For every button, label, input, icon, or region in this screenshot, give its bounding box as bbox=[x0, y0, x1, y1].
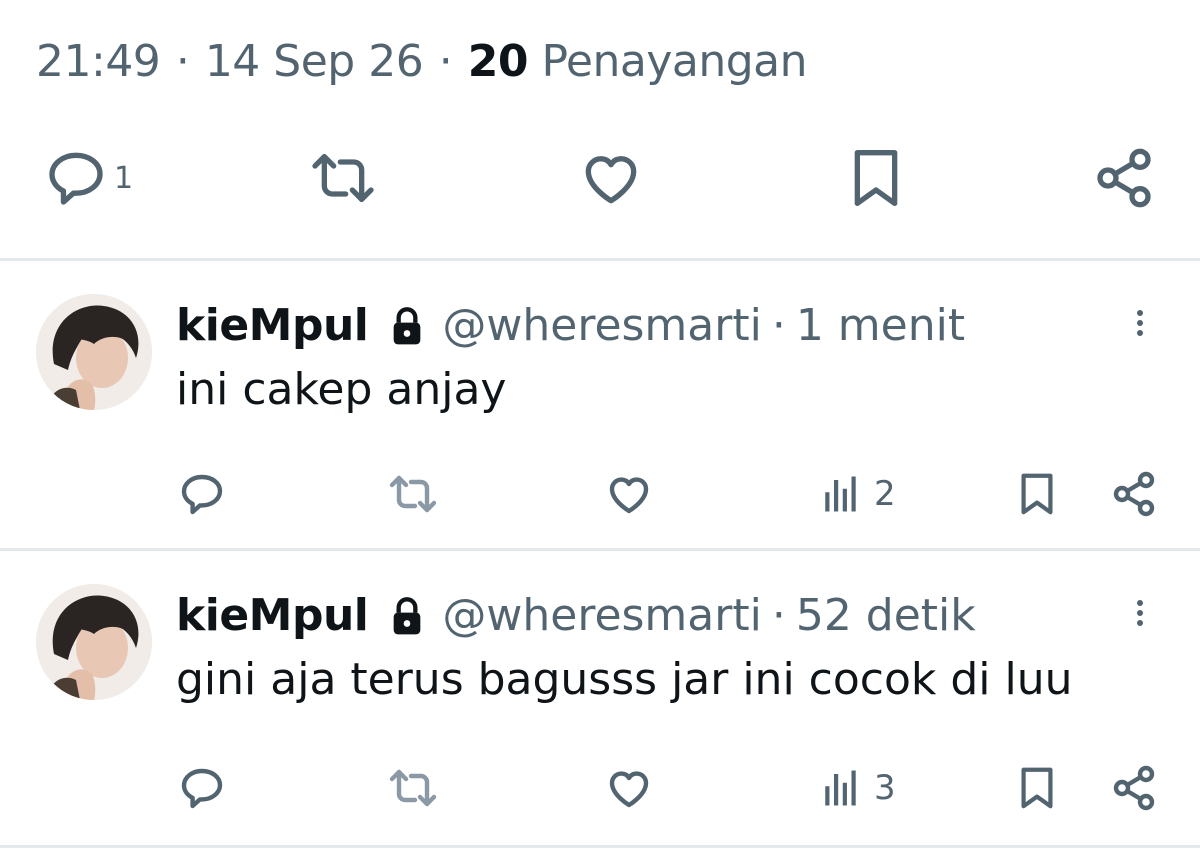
divider bbox=[0, 845, 1200, 848]
repost-icon bbox=[389, 475, 437, 513]
bookmark-button[interactable] bbox=[844, 146, 908, 210]
user-handle[interactable]: @wheresmarti bbox=[442, 590, 761, 641]
reply-item[interactable]: kieMpul @wheresmarti · 1 menit ini cakep… bbox=[0, 262, 1200, 552]
repost-icon bbox=[389, 769, 437, 807]
share-icon bbox=[1113, 765, 1155, 811]
display-name[interactable]: kieMpul bbox=[176, 590, 369, 641]
meta-separator: · bbox=[175, 36, 190, 87]
heart-icon bbox=[609, 771, 649, 808]
like-button[interactable] bbox=[604, 470, 654, 518]
repost-button[interactable] bbox=[386, 764, 440, 812]
views-count: 20 bbox=[467, 36, 529, 87]
divider bbox=[0, 258, 1200, 261]
views-label: Penayangan bbox=[541, 36, 807, 87]
repost-icon bbox=[312, 154, 374, 202]
reply-button[interactable] bbox=[178, 764, 226, 812]
user-handle[interactable]: @wheresmarti bbox=[442, 300, 761, 351]
bookmark-icon bbox=[1021, 473, 1053, 515]
bookmark-icon bbox=[854, 150, 898, 206]
reply-header: kieMpul @wheresmarti · 52 detik bbox=[176, 590, 976, 641]
meta-separator: · bbox=[438, 36, 453, 87]
post-time: 21:49 bbox=[36, 36, 161, 87]
reply-icon bbox=[181, 474, 223, 515]
like-button[interactable] bbox=[604, 764, 654, 812]
share-button[interactable] bbox=[1110, 470, 1158, 518]
reply-button[interactable]: 1 bbox=[44, 146, 133, 210]
views-button[interactable]: 2 bbox=[820, 472, 896, 516]
reply-item[interactable]: kieMpul @wheresmarti · 52 detik gini aja… bbox=[0, 552, 1200, 842]
header-separator: · bbox=[771, 300, 786, 351]
like-button[interactable] bbox=[578, 146, 644, 210]
reply-icon bbox=[181, 768, 223, 809]
reply-text: gini aja terus bagusss jar ini cocok di … bbox=[176, 654, 1073, 705]
share-icon bbox=[1113, 471, 1155, 517]
share-button[interactable] bbox=[1092, 146, 1156, 210]
reply-time[interactable]: 52 detik bbox=[796, 590, 976, 641]
display-name[interactable]: kieMpul bbox=[176, 300, 369, 351]
lock-icon bbox=[394, 596, 421, 634]
divider bbox=[0, 548, 1200, 551]
post-action-bar: 1 bbox=[0, 140, 1200, 220]
post-date: 14 Sep 26 bbox=[204, 36, 424, 87]
share-icon bbox=[1097, 148, 1151, 208]
header-separator: · bbox=[771, 590, 786, 641]
bookmark-button[interactable] bbox=[1014, 470, 1060, 518]
bookmark-button[interactable] bbox=[1014, 764, 1060, 812]
reply-button[interactable] bbox=[178, 470, 226, 518]
avatar[interactable] bbox=[36, 584, 152, 700]
more-options-icon[interactable] bbox=[1128, 596, 1152, 636]
reply-icon bbox=[49, 152, 103, 205]
more-options-icon[interactable] bbox=[1128, 306, 1152, 346]
analytics-icon bbox=[825, 770, 856, 806]
lock-icon bbox=[394, 306, 421, 344]
views-count: 2 bbox=[874, 474, 896, 514]
share-button[interactable] bbox=[1110, 764, 1158, 812]
avatar[interactable] bbox=[36, 294, 152, 410]
heart-icon bbox=[585, 156, 637, 204]
post-meta: 21:49 · 14 Sep 26 · 20 Penayangan bbox=[36, 36, 807, 87]
reply-time[interactable]: 1 menit bbox=[796, 300, 965, 351]
repost-button[interactable] bbox=[386, 470, 440, 518]
repost-button[interactable] bbox=[308, 146, 378, 210]
reply-text: ini cakep anjay bbox=[176, 364, 507, 415]
heart-icon bbox=[609, 477, 649, 514]
views-button[interactable]: 3 bbox=[820, 766, 896, 810]
views-count: 3 bbox=[874, 768, 896, 808]
reply-header: kieMpul @wheresmarti · 1 menit bbox=[176, 300, 965, 351]
bookmark-icon bbox=[1021, 767, 1053, 809]
reply-count: 1 bbox=[114, 160, 134, 196]
analytics-icon bbox=[825, 476, 856, 512]
